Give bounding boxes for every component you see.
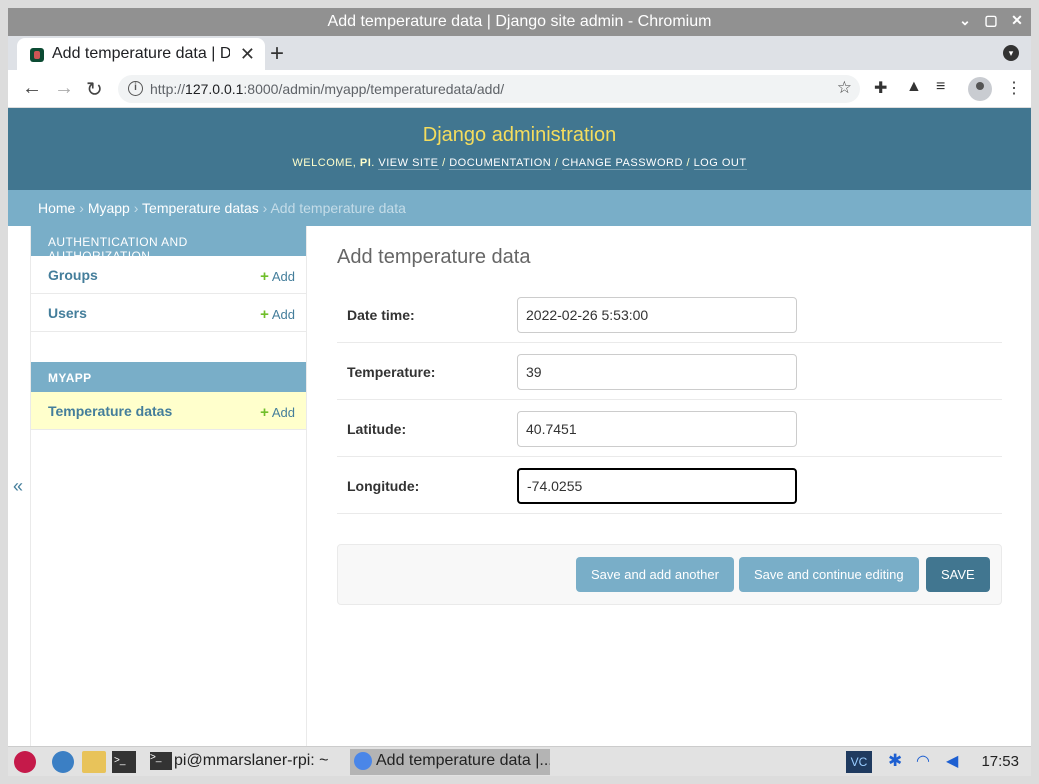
form-row-latitude: Latitude: (337, 400, 1002, 457)
tab-title: Add temperature data | Django site admin (52, 45, 230, 62)
menu-kebab-icon[interactable]: ⋮ (1006, 78, 1022, 98)
file-manager-icon[interactable] (82, 751, 106, 773)
forward-button[interactable]: → (54, 77, 74, 100)
logout-link[interactable]: LOG OUT (693, 157, 747, 170)
breadcrumb-current: Add temperature data (270, 200, 406, 216)
breadcrumb-myapp[interactable]: Myapp (88, 200, 130, 216)
tab-strip: Add temperature data | Django site admin… (8, 36, 1031, 70)
site-brand[interactable]: Django administration (8, 124, 1031, 147)
date-time-label: Date time: (347, 307, 415, 323)
media-playlist-icon[interactable]: ≡ (936, 78, 945, 96)
page-title: Add temperature data (337, 246, 531, 268)
temperature-label: Temperature: (347, 364, 436, 380)
latitude-label: Latitude: (347, 421, 407, 437)
clock[interactable]: 17:53 (981, 753, 1019, 770)
submit-row: Save and add another Save and continue e… (337, 544, 1002, 605)
reload-button[interactable]: ↻ (86, 77, 103, 102)
raspberry-menu-icon[interactable] (14, 751, 36, 773)
bookmark-star-icon[interactable]: ☆ (837, 78, 852, 98)
plus-icon: + (260, 404, 269, 421)
collapse-chevron-icon: « (13, 476, 24, 496)
breadcrumb: Home › Myapp › Temperature datas › Add t… (8, 190, 1031, 226)
vnc-icon[interactable]: VC (846, 751, 872, 773)
taskbar-terminal-item[interactable]: >_ pi@mmarslaner-rpi: ~ (146, 749, 338, 775)
plus-icon: + (260, 306, 269, 323)
plus-icon: + (260, 268, 269, 285)
main-content: Add temperature data Date time: Temperat… (337, 226, 1002, 605)
minimize-button[interactable]: ⌄ (957, 12, 973, 29)
django-favicon-icon (30, 48, 44, 62)
breadcrumb-temperature-datas[interactable]: Temperature datas (142, 200, 259, 216)
users-add-link[interactable]: + Add (260, 306, 295, 323)
tab-active[interactable]: Add temperature data | Django site admin… (17, 38, 265, 70)
maximize-button[interactable]: ▢ (983, 12, 999, 29)
temperature-datas-add-link[interactable]: + Add (260, 404, 295, 421)
nav-sidebar: AUTHENTICATION AND AUTHORIZATION Groups … (31, 226, 307, 746)
latitude-input[interactable] (517, 411, 797, 447)
form-row-date-time: Date time: (337, 286, 1002, 343)
taskbar-browser-item[interactable]: Add temperature data |... (350, 749, 550, 775)
terminal-small-icon: >_ (150, 752, 172, 770)
user-tools: WELCOME, PI. VIEW SITE / DOCUMENTATION /… (292, 157, 747, 170)
web-browser-icon[interactable] (52, 751, 74, 773)
tab-search-icon[interactable]: ▾ (1003, 45, 1019, 61)
window-titlebar: Add temperature data | Django site admin… (8, 8, 1031, 36)
welcome-text: WELCOME, (292, 157, 360, 169)
tab-close-icon[interactable]: ✕ (240, 44, 255, 65)
volume-icon[interactable]: ◀ (946, 751, 958, 773)
window-title: Add temperature data | Django site admin… (327, 13, 712, 30)
sidebar-item-temperature-datas: Temperature datas + Add (31, 392, 306, 430)
change-password-link[interactable]: CHANGE PASSWORD (561, 157, 683, 170)
temperature-datas-link[interactable]: Temperature datas (48, 403, 172, 419)
form-row-temperature: Temperature: (337, 343, 1002, 400)
new-tab-button[interactable]: + (270, 40, 284, 68)
sidebar-item-groups: Groups + Add (31, 256, 306, 294)
extensions-icon[interactable]: ✚ (874, 78, 887, 98)
username: PI (359, 157, 372, 169)
documentation-link[interactable]: DOCUMENTATION (449, 157, 552, 170)
back-button[interactable]: ← (22, 77, 42, 100)
browser-toolbar: ← → ↻ i http://127.0.0.1:8000/admin/myap… (8, 70, 1031, 108)
chromium-icon (354, 752, 372, 770)
form-row-longitude: Longitude: (337, 457, 1002, 514)
close-window-button[interactable]: ✕ (1009, 12, 1025, 29)
browser-window: Add temperature data | Django site admin… (0, 0, 1039, 784)
bluetooth-icon[interactable]: ✱ (888, 751, 902, 773)
longitude-input[interactable] (517, 468, 797, 504)
admin-header: Django administration WELCOME, PI. VIEW … (8, 108, 1031, 190)
address-bar[interactable]: i http://127.0.0.1:8000/admin/myapp/temp… (118, 75, 860, 103)
save-and-continue-button[interactable]: Save and continue editing (739, 557, 919, 592)
groups-link[interactable]: Groups (48, 267, 98, 283)
info-icon[interactable]: i (128, 81, 143, 96)
os-taskbar: >_ >_ pi@mmarslaner-rpi: ~ Add temperatur… (8, 746, 1031, 776)
temperature-input[interactable] (517, 354, 797, 390)
wifi-icon[interactable]: ◠ (916, 751, 930, 773)
sidebar-item-users: Users + Add (31, 294, 306, 332)
longitude-label: Longitude: (347, 478, 420, 494)
view-site-link[interactable]: VIEW SITE (378, 157, 439, 170)
users-link[interactable]: Users (48, 305, 87, 321)
labs-flask-icon[interactable]: ▲ (906, 78, 922, 96)
module-caption-auth[interactable]: AUTHENTICATION AND AUTHORIZATION (31, 226, 306, 263)
groups-add-link[interactable]: + Add (260, 268, 295, 285)
date-time-input[interactable] (517, 297, 797, 333)
form-fieldset: Date time: Temperature: Latitude: Longit… (337, 286, 1002, 514)
page-viewport: Django administration WELCOME, PI. VIEW … (8, 108, 1031, 746)
profile-avatar-icon[interactable] (968, 77, 992, 101)
breadcrumb-home[interactable]: Home (38, 200, 75, 216)
terminal-icon[interactable]: >_ (112, 751, 136, 773)
url-text[interactable]: http://127.0.0.1:8000/admin/myapp/temper… (150, 81, 504, 97)
save-button[interactable]: SAVE (926, 557, 990, 592)
sidebar-toggle[interactable]: « (8, 226, 31, 746)
save-and-add-another-button[interactable]: Save and add another (576, 557, 734, 592)
module-caption-myapp[interactable]: MYAPP (31, 362, 306, 392)
